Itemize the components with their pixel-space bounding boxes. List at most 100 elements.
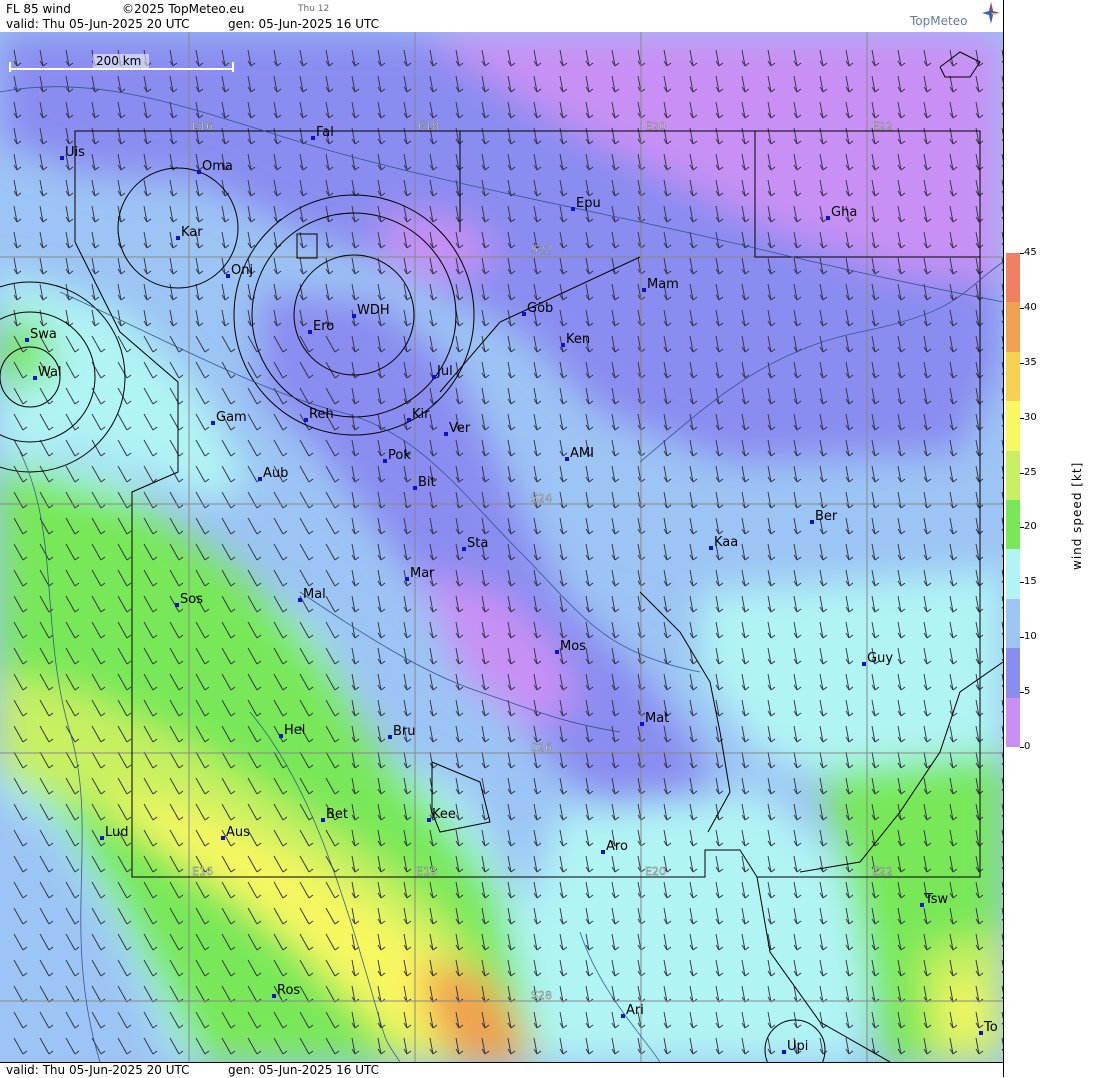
place-label: Uis [65,145,85,160]
grid-label-s26: S26 [531,741,552,754]
place-marker [621,1014,625,1018]
place-label: Jul [436,364,453,379]
colorbar-tick-mark [1020,747,1024,748]
footer-valid-time: valid: Thu 05-Jun-2025 20 UTC [6,1063,190,1077]
colorbar-segment [1006,697,1020,747]
place-label: Gha [831,205,857,220]
place-marker [226,274,230,278]
place-marker [100,836,104,840]
place-marker [826,216,830,220]
colorbar-segment [1006,401,1020,451]
place-marker [258,477,262,481]
colorbar-tick-mark [1020,472,1024,474]
place-marker [561,343,565,347]
place-label: WDH [357,303,390,318]
place-label: Hel [284,723,305,738]
place-label: Mar [410,566,435,581]
place-marker [279,734,283,738]
place-label: Ero [313,319,334,334]
place-label: To [983,1020,998,1035]
place-marker [221,836,225,840]
place-label: Aus [226,825,250,840]
place-label: Mal [303,587,326,602]
place-label: Epu [576,196,601,211]
place-marker [407,418,411,422]
colorbar-segment [1006,499,1020,550]
place-marker [432,375,436,379]
place-label: Kee [432,807,456,822]
topmeteo-logo: TopMeteo [910,14,968,28]
place-marker [565,457,569,461]
place-marker [810,520,814,524]
colorbar-segment [1006,253,1020,303]
grid-label-s28: S28 [531,989,552,1002]
place-marker [298,598,302,602]
colorbar-segment [1006,302,1020,352]
wind-speed-field [0,32,1003,1062]
place-marker [176,236,180,240]
place-marker [462,547,466,551]
place-marker [444,432,448,436]
place-label: Ros [277,983,300,998]
colorbar-tick-mark [1020,637,1024,639]
scale-bar-label: 200 km [96,54,141,68]
place-marker [25,338,29,342]
colorbar-segment [1006,450,1020,500]
place-marker [427,818,431,822]
place-marker [862,662,866,666]
generated-time: gen: 05-Jun-2025 16 UTC [228,17,380,31]
place-marker [272,994,276,998]
map-header: FL 85 wind ©2025 TopMeteo.eu Thu 12 vali… [0,0,1003,33]
place-marker [388,735,392,739]
place-label: Reh [309,407,334,422]
place-marker [311,136,315,140]
place-label: Bit [418,475,436,490]
colorbar-tick-mark [1020,582,1024,584]
place-label: AMI [570,446,594,461]
place-marker [352,314,356,318]
colorbar-label: wind speed [kt] [1070,461,1084,570]
place-marker [979,1031,983,1035]
place-marker [601,850,605,854]
place-marker [175,603,179,607]
colorbar-tick-label: 0 [1024,741,1031,752]
colorbar-tick-mark [1020,253,1024,254]
place-marker [413,486,417,490]
valid-time: valid: Thu 05-Jun-2025 20 UTC [6,17,190,31]
colorbar-tick-label: 30 [1024,411,1037,423]
place-marker [522,312,526,316]
place-marker [383,459,387,463]
place-label: Guy [867,651,893,666]
place-label: Upi [787,1039,808,1054]
colorbar-segment [1006,549,1020,599]
place-label: Bru [393,724,416,739]
grid-label-s24: S24 [531,492,552,505]
wind-map[interactable]: E16 E18 E20 E22 E16 E18 E20 E22 S22 S24 … [0,32,1003,1062]
place-marker [33,376,37,380]
place-label: Kir [412,407,430,422]
place-label: Bet [326,807,348,822]
colorbar-segment [1006,351,1020,402]
place-label: Ber [815,509,838,524]
place-label: Swa [30,327,57,342]
grid-label-e18-bottom: E18 [416,865,437,878]
place-marker [308,330,312,334]
place-label: Kar [181,225,203,240]
place-marker [640,722,644,726]
colorbar-tick-label: 45 [1024,247,1037,258]
place-label: Aub [263,466,288,481]
place-marker [642,288,646,292]
place-marker [321,818,325,822]
place-label: Oma [202,159,233,174]
colorbar-tick-label: 15 [1024,576,1037,588]
place-label: Onj [231,263,253,278]
place-label: Pok [388,448,411,463]
place-label: Sta [467,536,488,551]
place-marker [405,577,409,581]
place-label: Tsw [924,892,949,907]
place-label: Mat [645,711,669,726]
colorbar-tick-label: 25 [1024,466,1037,478]
place-marker [197,170,201,174]
grid-label-e20-bottom: E20 [645,865,666,878]
colorbar-tick-label: 40 [1024,301,1037,313]
